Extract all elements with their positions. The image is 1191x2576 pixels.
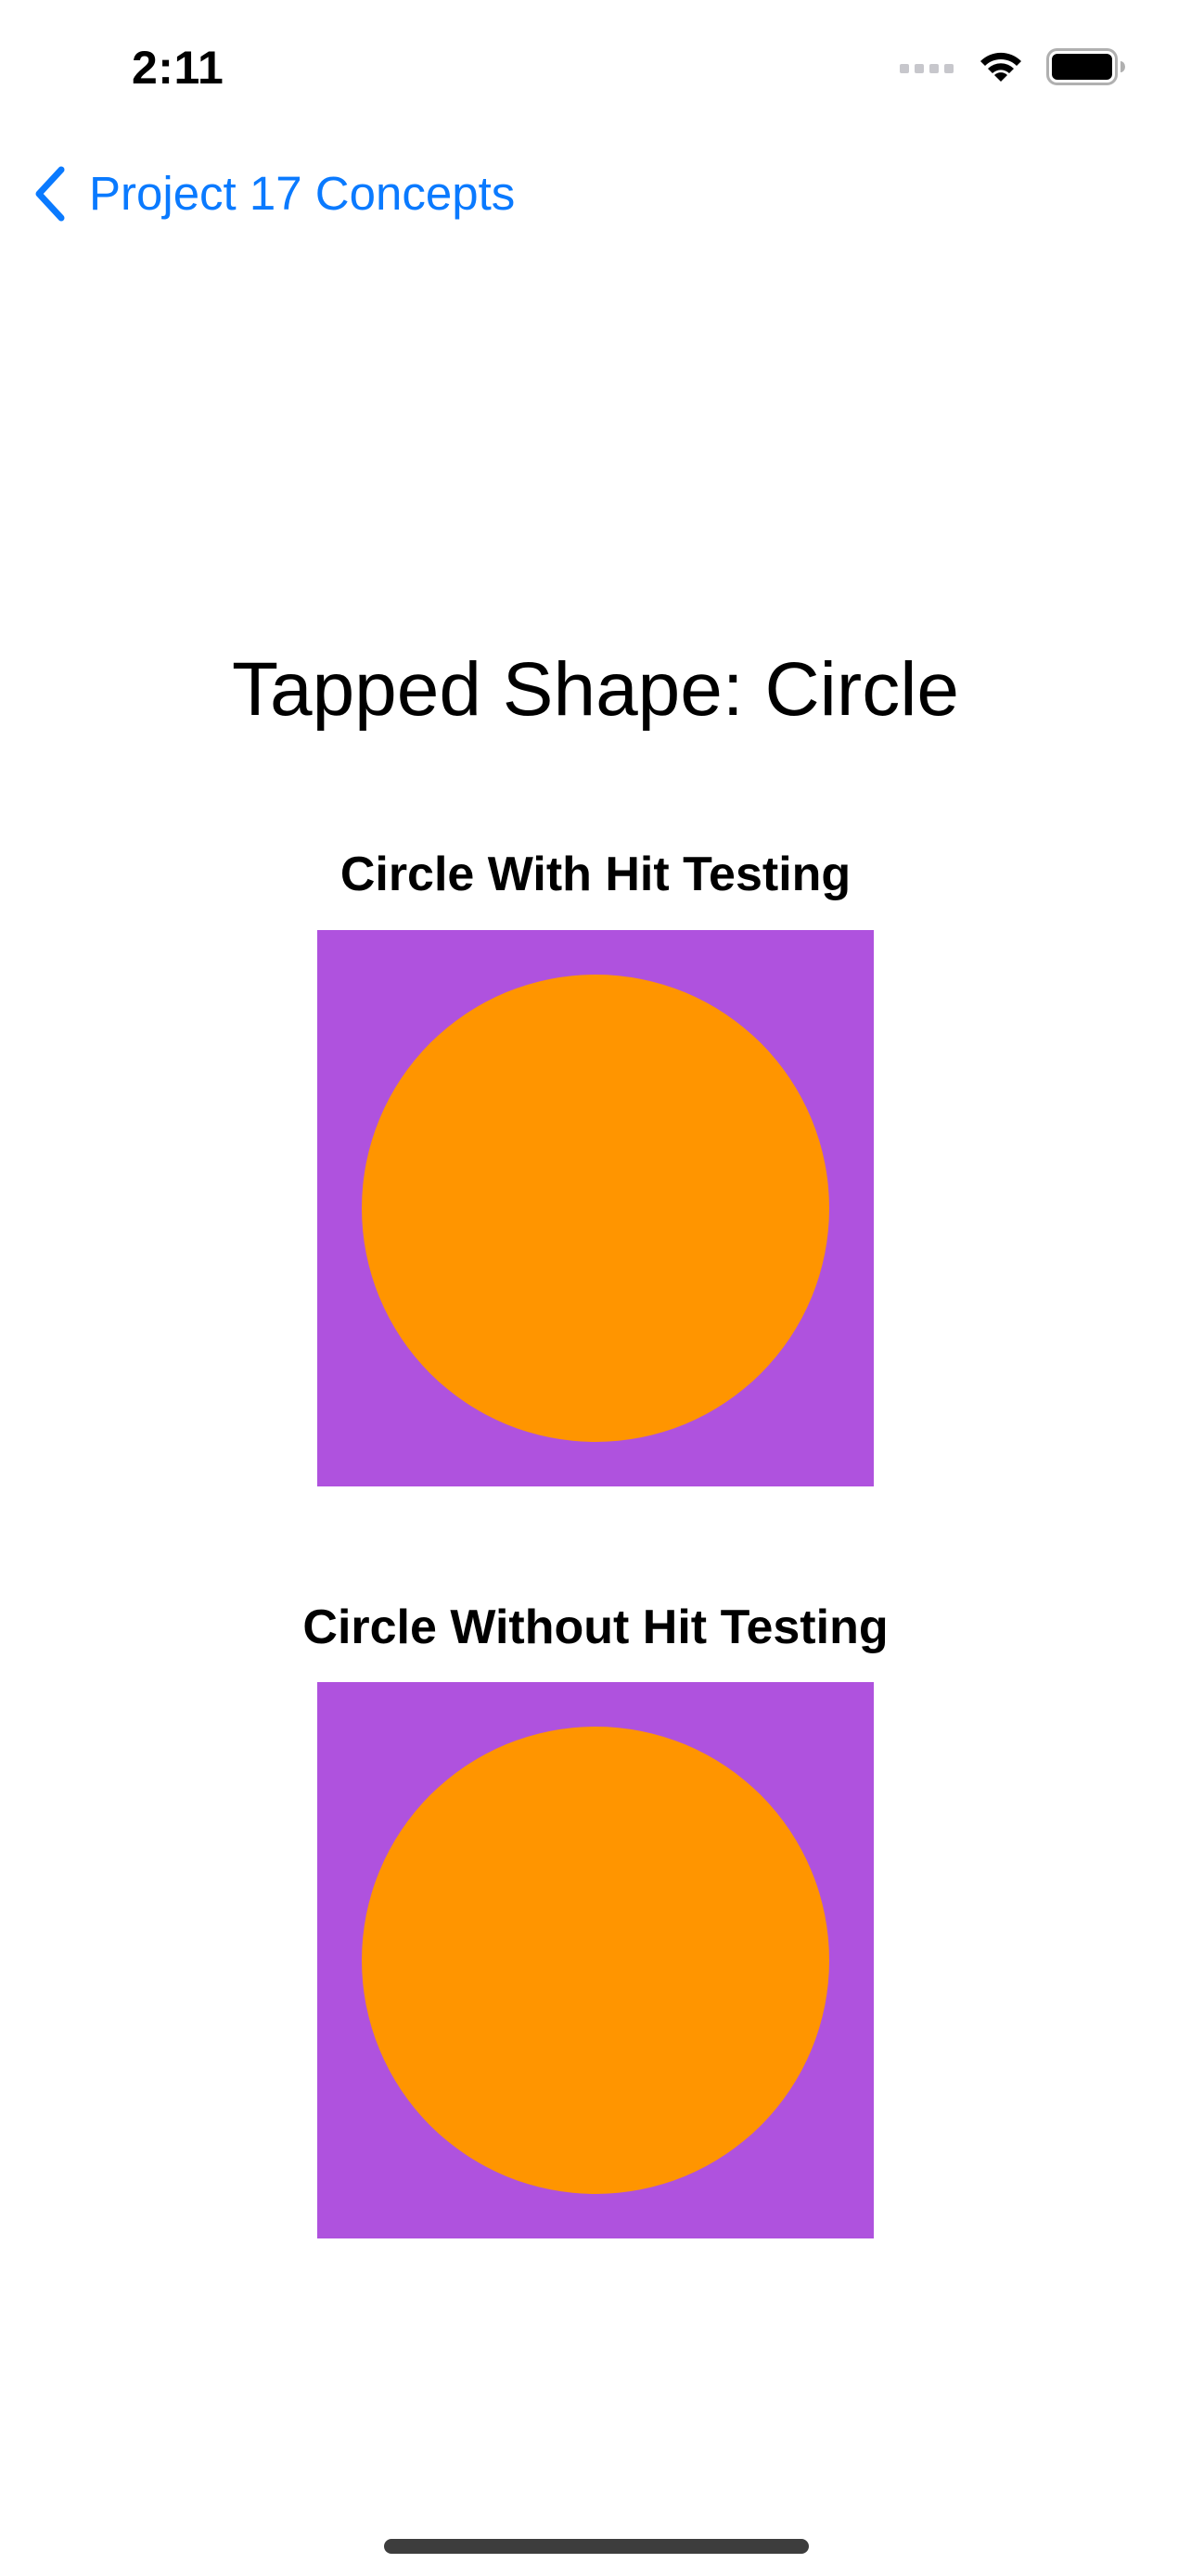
home-indicator[interactable] (384, 2539, 809, 2554)
circle-with-hit-testing-frame[interactable] (317, 930, 874, 1486)
status-time: 2:11 (132, 42, 224, 94)
circle-without-hit-testing[interactable] (362, 1727, 829, 2194)
back-button[interactable]: Project 17 Concepts (33, 163, 515, 224)
section-title-without-hit-testing: Circle Without Hit Testing (302, 1600, 889, 1654)
back-button-label: Project 17 Concepts (89, 167, 516, 220)
status-icons (900, 43, 1126, 91)
circle-without-hit-testing-frame[interactable] (317, 1682, 874, 2238)
chevron-left-icon (35, 166, 65, 222)
signal-icon (900, 60, 955, 73)
wifi-icon (980, 52, 1021, 82)
section-title-with-hit-testing: Circle With Hit Testing (339, 848, 852, 901)
battery-icon (1046, 48, 1125, 85)
tapped-shape-title: Tapped Shape: Circle (231, 647, 960, 732)
circle-with-hit-testing[interactable] (362, 975, 829, 1442)
